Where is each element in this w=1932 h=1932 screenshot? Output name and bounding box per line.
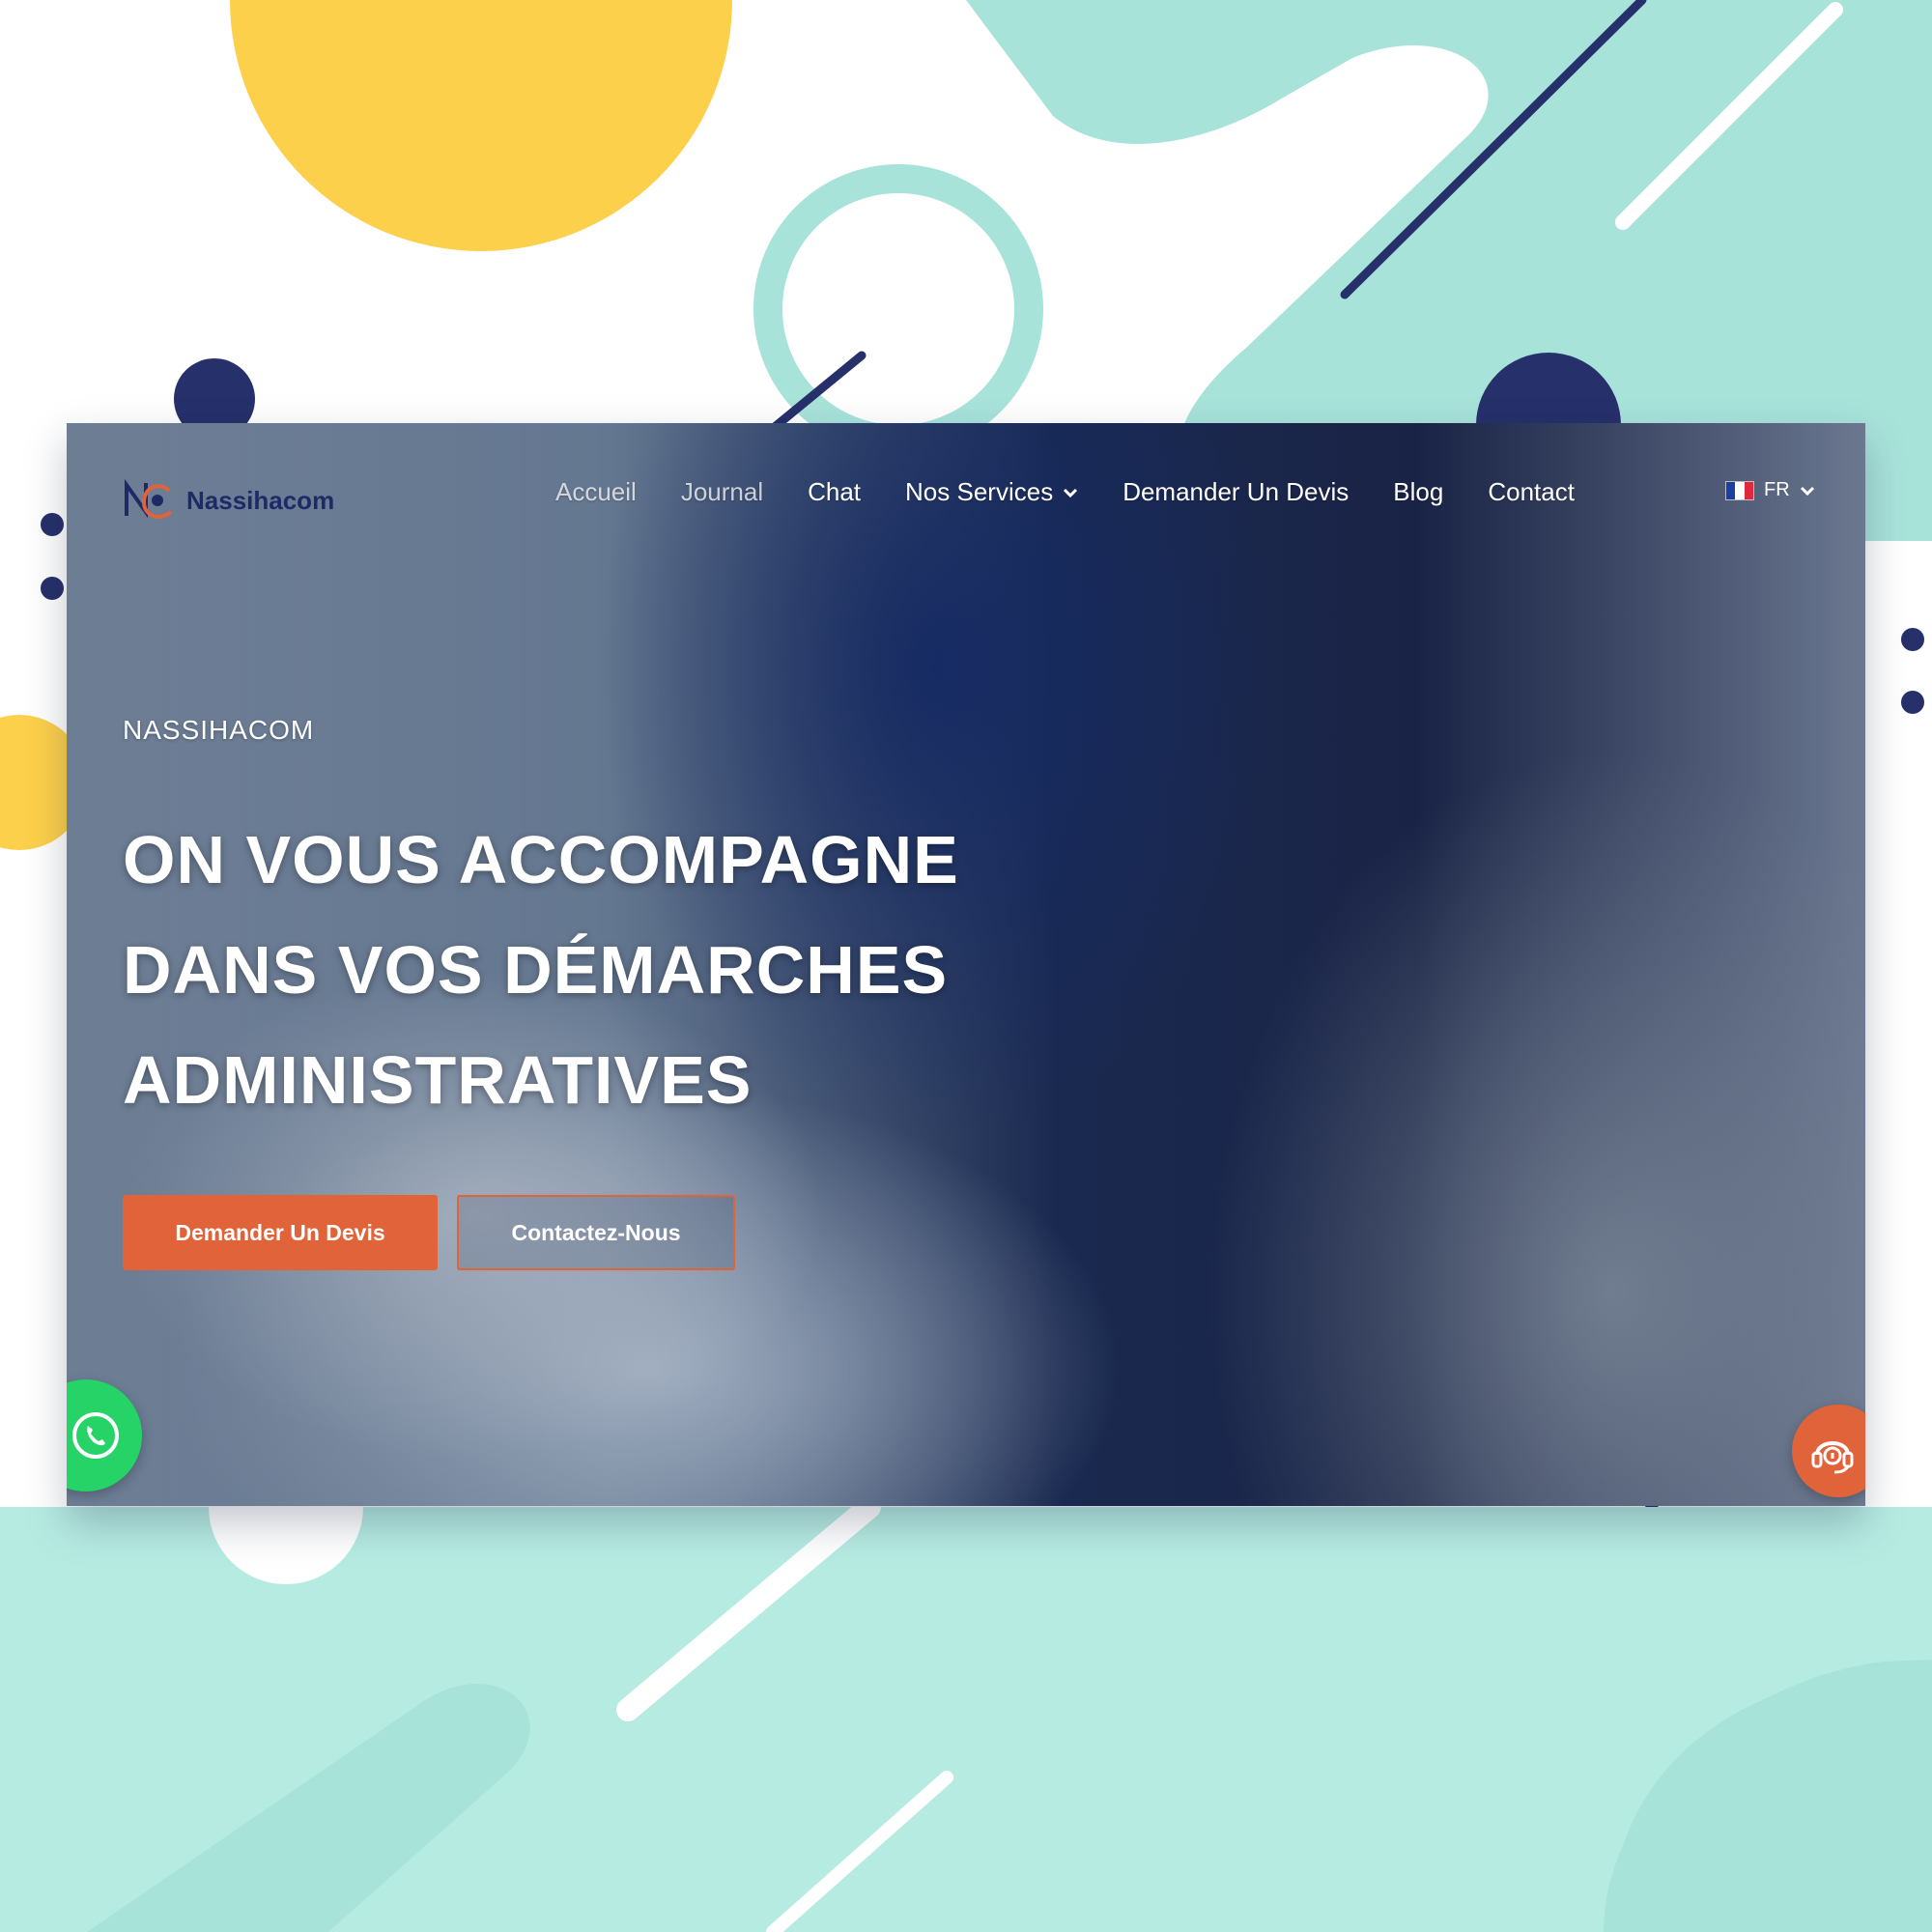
navy-dot-3 bbox=[41, 513, 64, 536]
whatsapp-icon bbox=[72, 1412, 119, 1459]
nav-menu: Accueil Journal Chat Nos Services Demand… bbox=[555, 477, 1619, 507]
navy-dot-5 bbox=[1901, 628, 1924, 651]
nav-item-label: Chat bbox=[808, 477, 862, 506]
logo[interactable]: Nassihacom bbox=[123, 477, 334, 524]
hero-headline: ON VOUS ACCOMPAGNE DANS VOS DÉMARCHES AD… bbox=[123, 805, 1089, 1135]
nav-item-label: Demander Un Devis bbox=[1122, 477, 1350, 506]
white-stripe-left bbox=[0, 1346, 84, 1427]
navy-dot-6 bbox=[1901, 691, 1924, 714]
nav-item-label: Contact bbox=[1488, 477, 1575, 506]
navbar: Nassihacom Accueil Journal Chat Nos Serv… bbox=[67, 423, 1865, 568]
france-flag-icon bbox=[1725, 480, 1754, 500]
logo-text: Nassihacom bbox=[186, 485, 335, 515]
hero-eyebrow: NASSIHACOM bbox=[123, 715, 315, 745]
nav-item-accueil[interactable]: Accueil bbox=[555, 477, 637, 507]
nav-item-label: Nos Services bbox=[905, 477, 1054, 506]
language-label: FR bbox=[1764, 479, 1790, 500]
chevron-down-icon bbox=[1800, 486, 1814, 496]
nav-item-label: Blog bbox=[1393, 477, 1444, 506]
headset-support-icon bbox=[1811, 1441, 1854, 1474]
contactez-nous-button[interactable]: Contactez-Nous bbox=[457, 1195, 735, 1270]
nav-item-label: Accueil bbox=[555, 477, 637, 506]
nav-item-nos-services[interactable]: Nos Services bbox=[905, 477, 1078, 507]
logo-mark-icon bbox=[125, 478, 173, 519]
nav-item-chat[interactable]: Chat bbox=[808, 477, 861, 507]
yellow-circle-shape bbox=[230, 0, 732, 251]
headline-line: ADMINISTRATIVES bbox=[123, 1042, 753, 1118]
nav-item-contact[interactable]: Contact bbox=[1488, 477, 1575, 507]
nav-item-label: Journal bbox=[680, 477, 764, 506]
headline-line: ON VOUS ACCOMPAGNE bbox=[123, 822, 959, 897]
nav-item-blog[interactable]: Blog bbox=[1393, 477, 1443, 507]
headline-line: DANS VOS DÉMARCHES bbox=[123, 932, 949, 1008]
demander-un-devis-button[interactable]: Demander Un Devis bbox=[123, 1195, 438, 1270]
language-selector[interactable]: FR bbox=[1725, 479, 1815, 501]
nav-item-journal[interactable]: Journal bbox=[681, 477, 763, 507]
nav-item-demander-un-devis[interactable]: Demander Un Devis bbox=[1122, 477, 1349, 507]
navy-dot-4 bbox=[41, 577, 64, 600]
chevron-down-icon bbox=[1064, 488, 1078, 497]
website-screenshot: Nassihacom Accueil Journal Chat Nos Serv… bbox=[67, 423, 1865, 1506]
